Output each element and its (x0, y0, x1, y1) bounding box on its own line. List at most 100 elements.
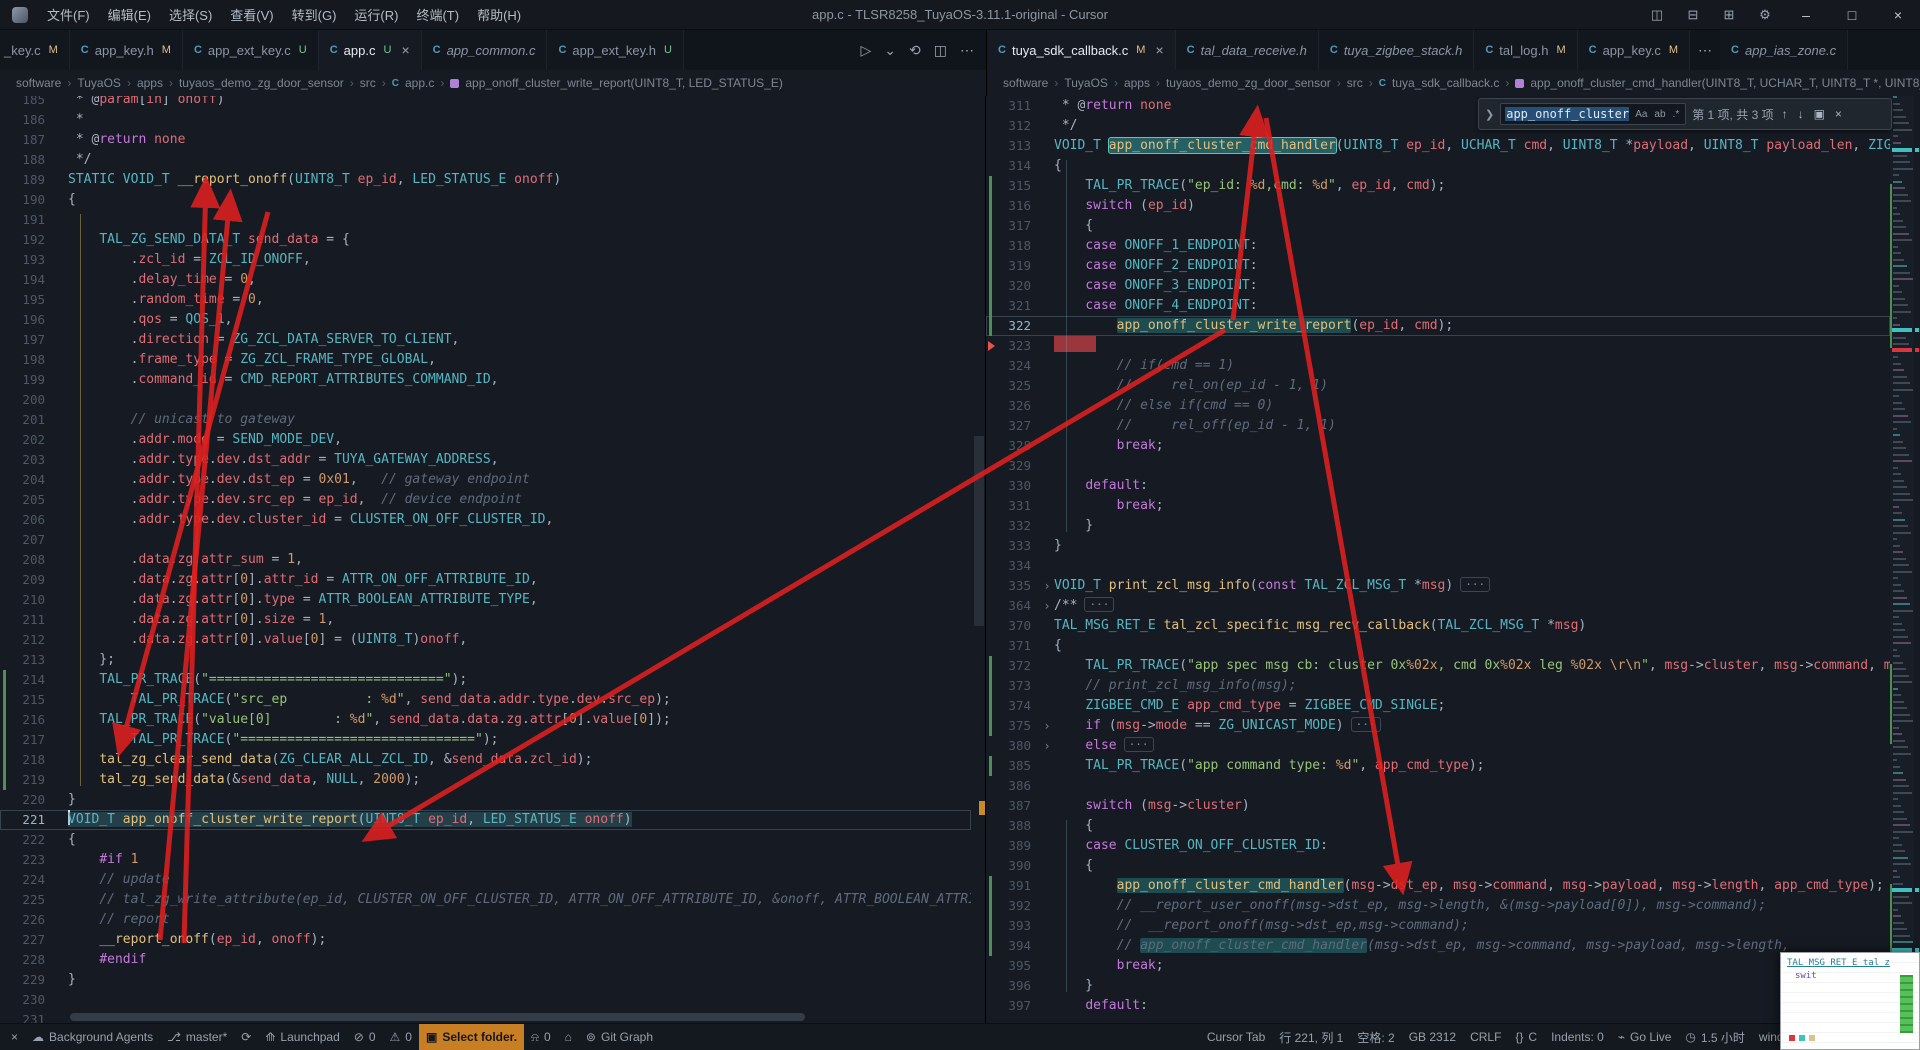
menu-T[interactable]: 终端(T) (407, 0, 468, 29)
code-line[interactable]: 209 .data.zg.attr[0].attr_id = ATTR_ON_O… (0, 570, 971, 590)
code-line[interactable]: 189 STATIC VOID_T __report_onoff(UINT8_T … (0, 170, 971, 190)
code-line[interactable]: 322 app_onoff_cluster_write_report(ep_id… (986, 316, 1890, 336)
line-number[interactable]: 325 (996, 376, 1040, 396)
code-line[interactable]: 321 case ONOFF_4_ENDPOINT: (986, 296, 1890, 316)
line-number[interactable]: 395 (996, 956, 1040, 976)
match-case-icon[interactable]: Aa (1633, 109, 1649, 120)
line-number[interactable]: 326 (996, 396, 1040, 416)
code-line[interactable]: 199 .command_id = CMD_REPORT_ATTRIBUTES_… (0, 370, 971, 390)
line-number[interactable]: 186 (10, 110, 54, 130)
line-number[interactable]: 322 (996, 316, 1040, 336)
line-number[interactable]: 227 (10, 930, 54, 950)
line-number[interactable]: 392 (996, 896, 1040, 916)
line-number[interactable]: 208 (10, 550, 54, 570)
find-previous-icon[interactable]: ↑ (1780, 107, 1790, 121)
code-line[interactable]: 314 { (986, 156, 1890, 176)
code-line[interactable]: 318 case ONOFF_1_ENDPOINT: (986, 236, 1890, 256)
line-number[interactable]: 201 (10, 410, 54, 430)
line-number[interactable]: 185 (10, 96, 54, 110)
code-line[interactable]: 216 TAL_PR_TRACE("value[0] : %d", send_d… (0, 710, 971, 730)
code-line[interactable]: 214 TAL_PR_TRACE("======================… (0, 670, 971, 690)
line-number[interactable]: 217 (10, 730, 54, 750)
code-line[interactable]: 213 }; (0, 650, 971, 670)
line-number[interactable]: 313 (996, 136, 1040, 156)
code-line[interactable]: 195 .random_time = 0, (0, 290, 971, 310)
line-number[interactable]: 390 (996, 856, 1040, 876)
code-line[interactable]: 212 .data.zg.attr[0].value[0] = (UINT8_T… (0, 630, 971, 650)
code-line[interactable]: 197 .direction = ZG_ZCL_DATA_SERVER_TO_C… (0, 330, 971, 350)
line-number[interactable]: 330 (996, 476, 1040, 496)
line-number[interactable]: 332 (996, 516, 1040, 536)
line-number[interactable]: 220 (10, 790, 54, 810)
line-number[interactable]: 226 (10, 910, 54, 930)
line-number[interactable]: 211 (10, 610, 54, 630)
line-number[interactable]: 327 (996, 416, 1040, 436)
line-number[interactable]: 205 (10, 490, 54, 510)
line-number[interactable]: 198 (10, 350, 54, 370)
status-git-branch[interactable]: ⎇ master* (160, 1024, 234, 1050)
status-git-sync[interactable]: ⟳ (234, 1024, 258, 1050)
line-number[interactable]: 199 (10, 370, 54, 390)
close-button[interactable]: × (1876, 0, 1920, 30)
breadcrumb-item[interactable]: tuyaos_demo_zg_door_sensor (179, 76, 344, 90)
line-number[interactable]: 209 (10, 570, 54, 590)
line-number[interactable]: 192 (10, 230, 54, 250)
code-line[interactable]: 191 (0, 210, 971, 230)
line-number[interactable]: 189 (10, 170, 54, 190)
breadcrumb-item[interactable]: tuyaos_demo_zg_door_sensor (1166, 76, 1331, 90)
settings-gear-icon[interactable]: ⚙ (1748, 0, 1782, 30)
code-line[interactable]: 397 default: (986, 996, 1890, 1016)
breadcrumb-file[interactable]: app.c (405, 76, 434, 90)
code-line[interactable]: 204 .addr.type.dev.dst_ep = 0x01, // gat… (0, 470, 971, 490)
line-number[interactable]: 397 (996, 996, 1040, 1016)
code-line[interactable]: 222 { (0, 830, 971, 850)
code-line[interactable]: 332 } (986, 516, 1890, 536)
code-line[interactable]: 220} (0, 790, 971, 810)
toggle-sidebar-icon[interactable]: ◫ (1640, 0, 1674, 30)
status-time-tracker[interactable]: ◷ 1.5 小时 (1678, 1024, 1752, 1050)
status-errors[interactable]: ⊘ 0 (347, 1024, 383, 1050)
folded-code-ellipsis[interactable]: ··· (1123, 737, 1154, 752)
tab-app_ias_zone-c[interactable]: Capp_ias_zone.c (1720, 30, 1849, 70)
status-indentation[interactable]: 空格: 2 (1350, 1024, 1401, 1050)
code-line[interactable]: 227 __report_onoff(ep_id, onoff); (0, 930, 971, 950)
code-line[interactable]: 205 .addr.type.dev.src_ep = ep_id, // de… (0, 490, 971, 510)
code-line[interactable]: 319 case ONOFF_2_ENDPOINT: (986, 256, 1890, 276)
code-line[interactable]: 223 #if 1 (0, 850, 971, 870)
line-number[interactable]: 385 (996, 756, 1040, 776)
code-line[interactable]: 315 TAL_PR_TRACE("ep_id: %d,cmd: %d", ep… (986, 176, 1890, 196)
timeline-history-icon[interactable]: ⟲ (909, 42, 921, 59)
line-number[interactable]: 210 (10, 590, 54, 610)
status-language-mode[interactable]: {} C (1508, 1024, 1544, 1050)
editor-pane-right[interactable]: 311 * @return none 312 */313 VOID_T app_on… (986, 96, 1920, 1023)
maximize-button[interactable]: □ (1830, 0, 1874, 30)
line-number[interactable]: 317 (996, 216, 1040, 236)
status-cursor-position[interactable]: 行 221, 列 1 (1272, 1024, 1350, 1050)
code-line[interactable]: 187 * @return none (0, 130, 971, 150)
folded-code-ellipsis[interactable]: ··· (1084, 597, 1115, 612)
line-number[interactable]: 316 (996, 196, 1040, 216)
minimap[interactable] (1890, 96, 1914, 1023)
code-line[interactable]: 198 .frame_type = ZG_ZCL_FRAME_TYPE_GLOB… (0, 350, 971, 370)
line-number[interactable]: 187 (10, 130, 54, 150)
code-line[interactable]: 193 .zcl_id = ZCL_ID_ONOFF, (0, 250, 971, 270)
line-number[interactable]: 311 (996, 96, 1040, 116)
line-number[interactable]: 221 (10, 810, 54, 830)
vertical-scrollbar[interactable] (973, 96, 985, 1023)
status-warnings[interactable]: ⚠ 0 (383, 1024, 419, 1050)
close-find-widget-icon[interactable]: × (1833, 107, 1844, 121)
minimize-button[interactable]: – (1784, 0, 1828, 30)
tab-tuya_zigbee_stack-h[interactable]: Ctuya_zigbee_stack.h (1318, 30, 1475, 70)
folded-code-ellipsis[interactable]: ··· (1350, 717, 1381, 732)
code-line[interactable]: 323 (986, 336, 1890, 356)
code-line[interactable]: 228 #endif (0, 950, 971, 970)
status-eol[interactable]: CRLF (1463, 1024, 1508, 1050)
run-c-file-icon[interactable]: ▷ (861, 42, 872, 59)
status-select-folder[interactable]: ▣ Select folder. (418, 1024, 525, 1050)
line-number[interactable]: 370 (996, 616, 1040, 636)
folded-code-ellipsis[interactable]: ··· (1460, 577, 1491, 592)
code-line[interactable]: 211 .data.zg.attr[0].size = 1, (0, 610, 971, 630)
line-number[interactable]: 225 (10, 890, 54, 910)
menu-H[interactable]: 帮助(H) (468, 0, 530, 29)
menu-F[interactable]: 文件(F) (38, 0, 99, 29)
